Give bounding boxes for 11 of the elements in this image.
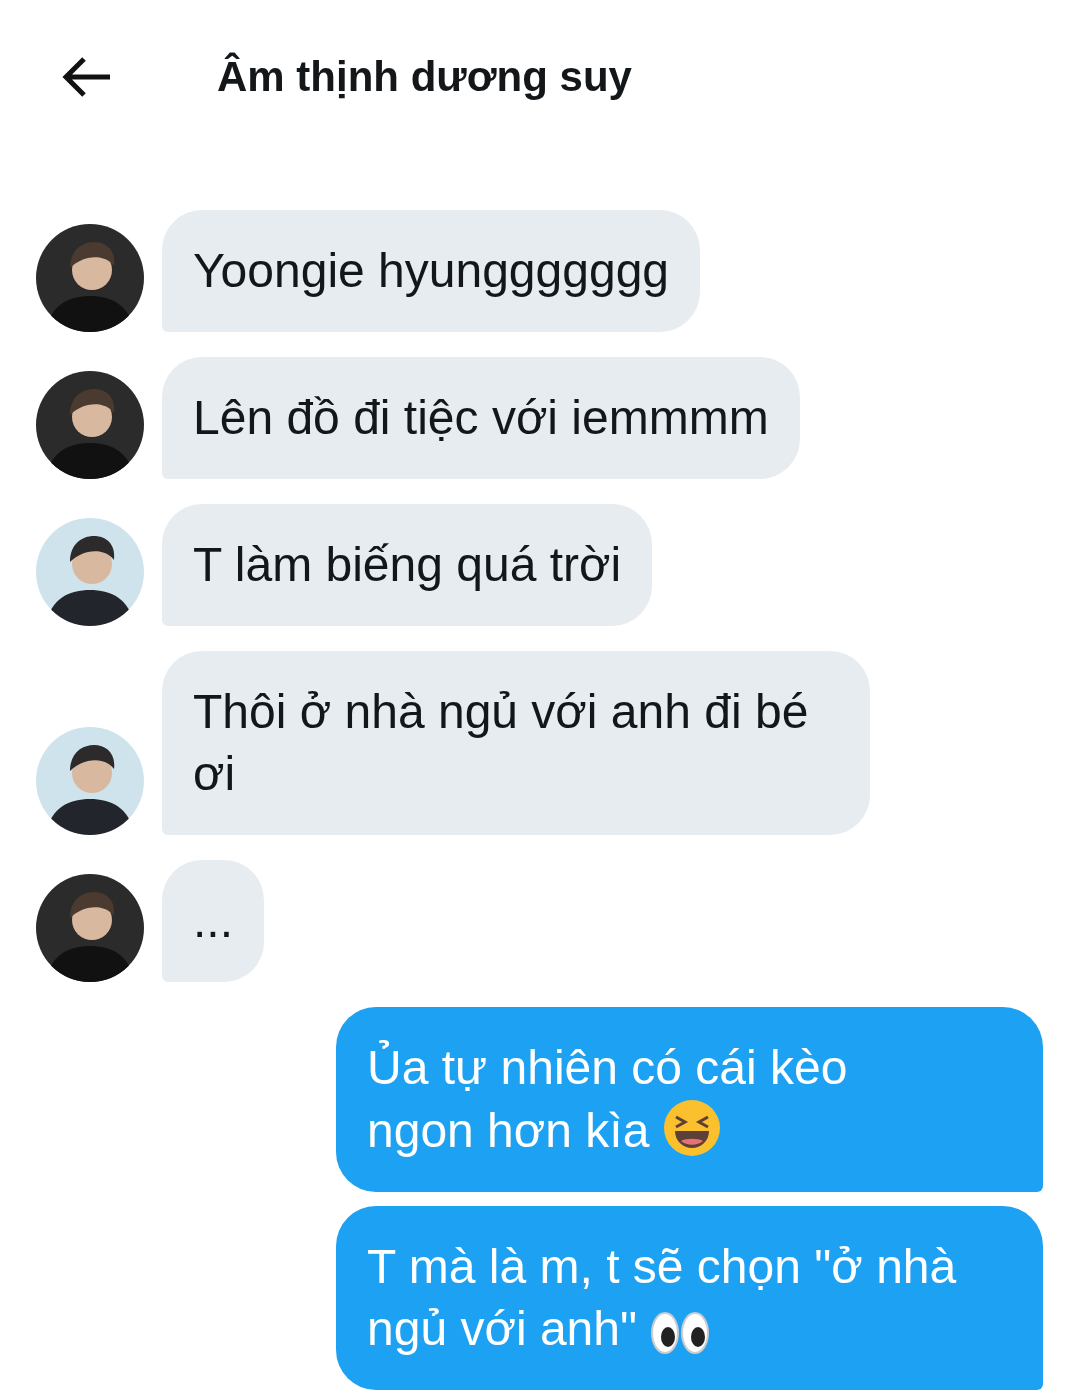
laughing-face-icon xyxy=(662,1099,721,1157)
chat-title: Âm thịnh dương suy xyxy=(217,53,632,101)
message-bubble: Thôi ở nhà ngủ với anh đi bé ơi xyxy=(162,651,870,835)
message-bubble: Yoongie hyunggggggg xyxy=(162,210,701,332)
message-bubble: Ủa tự nhiên có cái kèo ngon hơn kìa xyxy=(336,1007,1043,1192)
back-icon[interactable] xyxy=(60,55,112,99)
message-bubble: Lên đồ đi tiệc với iemmmm xyxy=(162,357,800,479)
message-bubble: T làm biếng quá trời xyxy=(162,504,653,626)
message-bubble: ... xyxy=(162,860,264,982)
eyes-icon xyxy=(650,1311,711,1355)
message-bubble: T mà là m, t sẽ chọn "ở nhà ngủ với anh" xyxy=(336,1206,1043,1390)
